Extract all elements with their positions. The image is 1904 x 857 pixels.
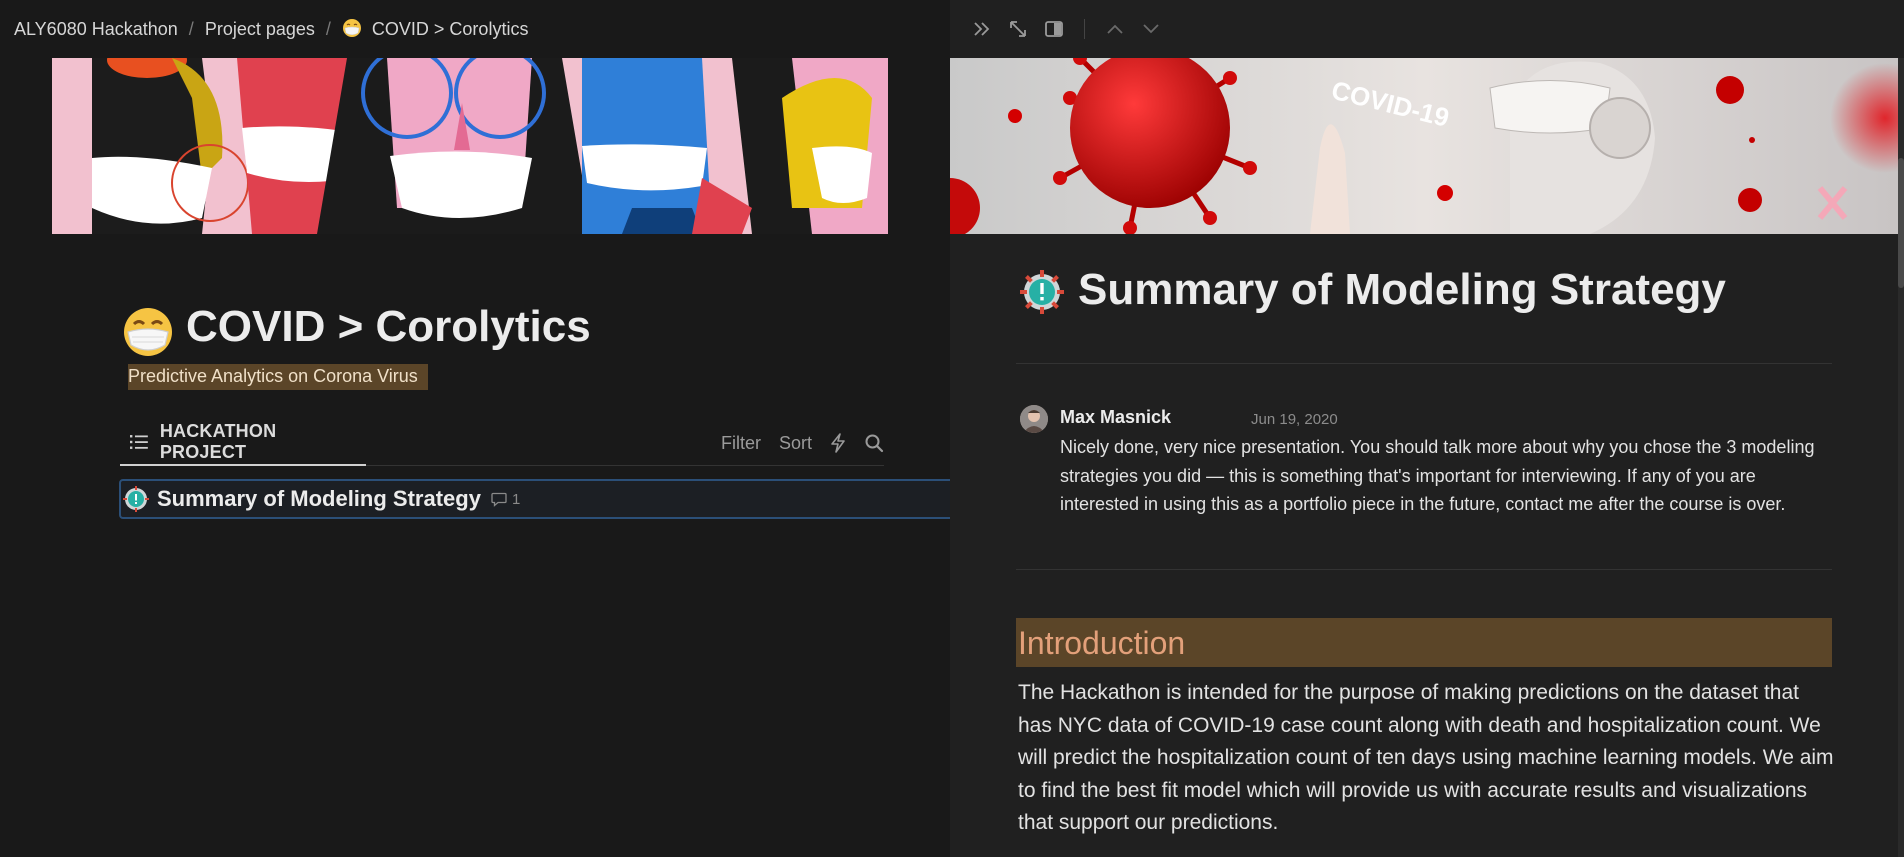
comment-author: Max Masnick (1060, 407, 1172, 427)
divider (1016, 363, 1832, 364)
chevron-down-icon (1143, 24, 1159, 34)
avatar[interactable] (1020, 405, 1048, 433)
sort-button[interactable]: Sort (779, 433, 812, 454)
comment-date: Jun 19, 2020 (1251, 411, 1338, 428)
peek-page-title[interactable]: Summary of Modeling Strategy (1078, 265, 1726, 315)
tab-label: HACKATHON PROJECT (159, 421, 277, 462)
double-chevron-right-icon (974, 22, 990, 36)
breadcrumb-workspace[interactable]: ALY6080 Hackathon (14, 19, 178, 40)
breadcrumb-current-label: COVID > Corolytics (371, 19, 529, 39)
cover-image-covid: COVID-19 (950, 58, 1898, 234)
comment-count[interactable]: 1 (491, 491, 520, 508)
page-title[interactable]: COVID > Corolytics (186, 302, 591, 352)
database-view-bar: HACKATHON PROJECT Filter Sort (120, 420, 884, 466)
scrollbar[interactable] (1898, 58, 1904, 857)
comment-text: Nicely done, very nice presentation. You… (1060, 437, 1815, 514)
toolbar-divider (1084, 19, 1085, 39)
list-icon (130, 435, 148, 449)
tab-hackathon-project[interactable]: HACKATHON PROJECT (120, 420, 366, 466)
peek-toolbar (950, 0, 1904, 58)
gear-alert-icon[interactable] (1020, 270, 1064, 314)
gear-alert-icon (123, 486, 149, 512)
open-full-page-button[interactable] (1006, 17, 1030, 41)
chevron-up-icon (1107, 24, 1123, 34)
next-page-button[interactable] (1139, 17, 1163, 41)
section-heading-introduction[interactable]: Introduction (1016, 618, 1832, 667)
close-peek-button[interactable] (970, 17, 994, 41)
search-icon[interactable] (864, 433, 884, 453)
breadcrumb-current-page[interactable]: COVID > Corolytics (342, 18, 529, 40)
breadcrumb-separator: / (188, 18, 194, 39)
comment-count-value: 1 (511, 490, 521, 508)
switch-peek-mode-button[interactable] (1042, 17, 1066, 41)
side-peek-pane: COVID-19 Summary of Modeling Strategy Ma… (950, 0, 1904, 857)
scrollbar-thumb[interactable] (1898, 158, 1904, 288)
cover-image-masks (52, 58, 888, 234)
face-with-medical-mask-icon[interactable] (122, 306, 174, 358)
database-actions: Filter Sort (721, 420, 884, 466)
lightning-icon[interactable] (830, 433, 846, 453)
breadcrumb-separator: / (325, 18, 331, 39)
comment-icon (491, 492, 507, 507)
breadcrumb-project-pages[interactable]: Project pages (205, 19, 315, 40)
divider (1016, 569, 1832, 570)
previous-page-button[interactable] (1103, 17, 1127, 41)
main-page-pane: ALY6080 Hackathon / Project pages / COVI… (0, 0, 950, 857)
expand-icon (1010, 21, 1026, 37)
side-panel-icon (1045, 21, 1063, 37)
section-body-introduction[interactable]: The Hackathon is intended for the purpos… (1018, 677, 1834, 840)
filter-button[interactable]: Filter (721, 433, 761, 454)
list-item-title: Summary of Modeling Strategy (157, 486, 481, 511)
list-item[interactable]: Summary of Modeling Strategy 1 (119, 479, 950, 519)
breadcrumb: ALY6080 Hackathon / Project pages / COVI… (0, 0, 950, 58)
page-subtitle[interactable]: Predictive Analytics on Corona Virus (128, 364, 428, 390)
face-with-medical-mask-icon (342, 19, 361, 37)
